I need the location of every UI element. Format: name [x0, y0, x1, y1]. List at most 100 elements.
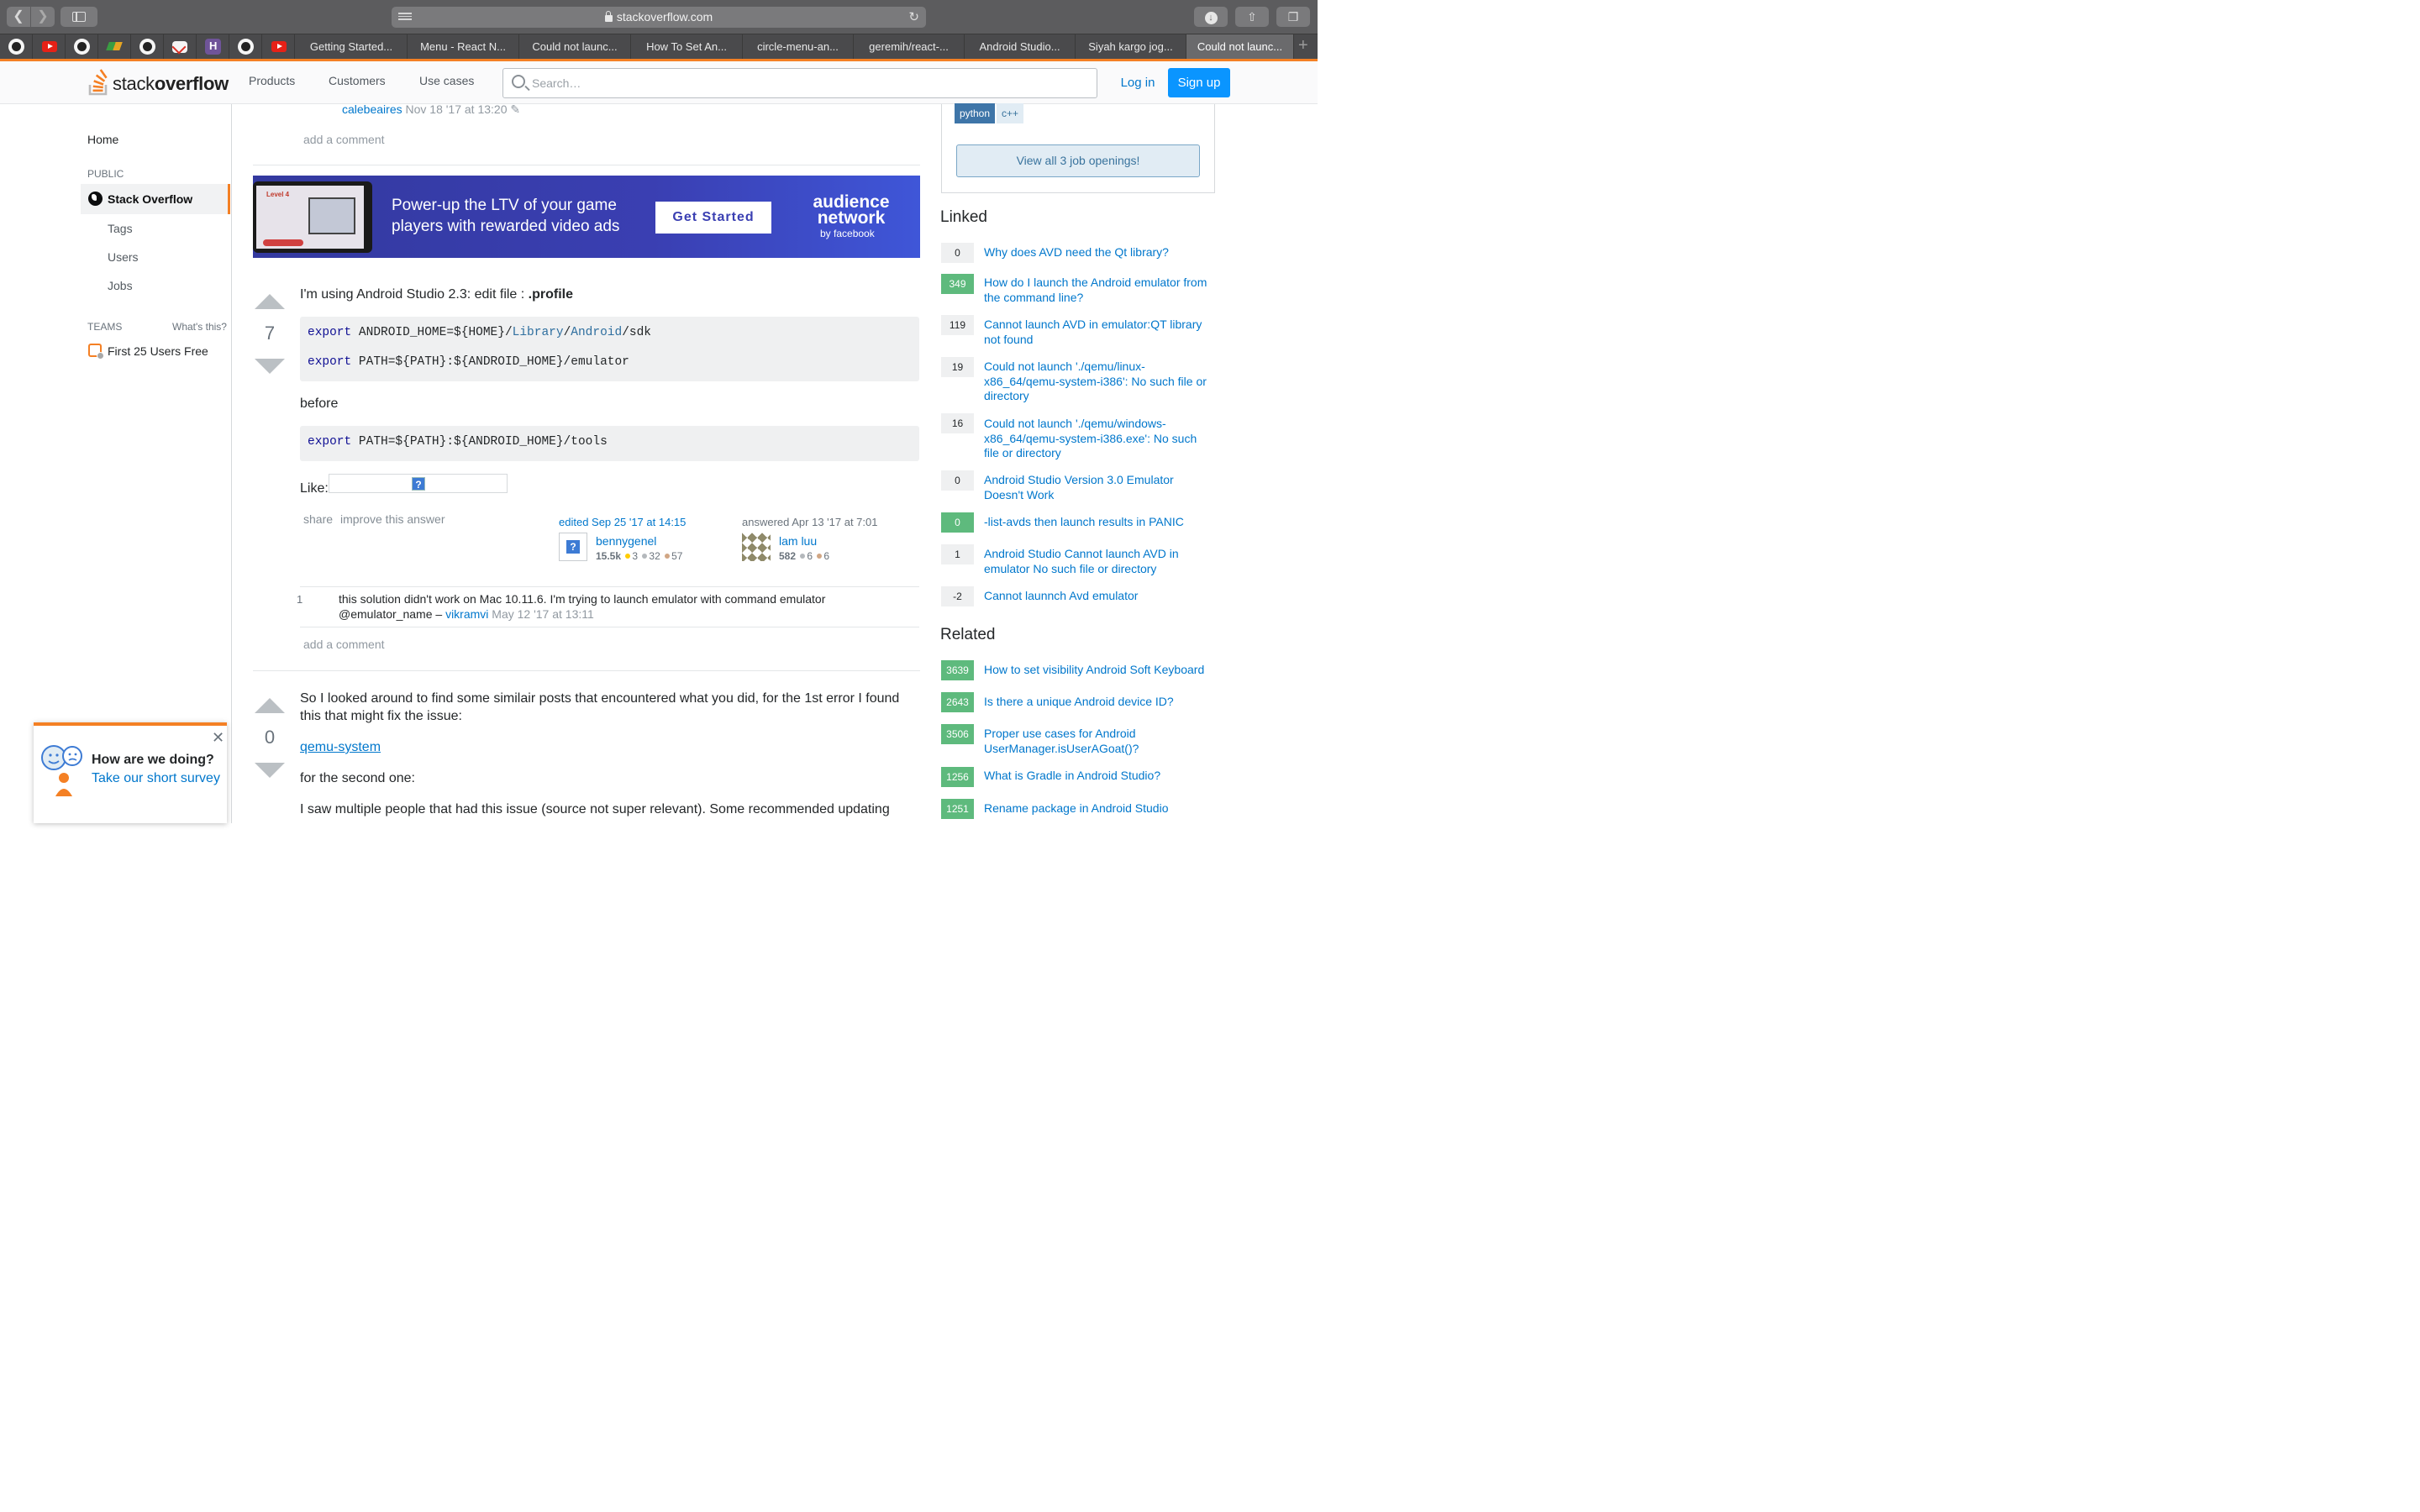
- browser-tab[interactable]: How To Set An...: [631, 34, 743, 59]
- download-icon[interactable]: ↓: [1194, 7, 1228, 27]
- comment-score: 1: [297, 593, 303, 606]
- linked-question-link[interactable]: Could not launch './qemu/linux-x86_64/qe…: [984, 360, 1215, 404]
- related-question-link[interactable]: Proper use cases for Android UserManager…: [984, 727, 1215, 756]
- add-comment-link[interactable]: add a comment: [303, 638, 385, 651]
- ad-get-started-button[interactable]: Get Started: [655, 202, 771, 234]
- linked-question-link[interactable]: Why does AVD need the Qt library?: [984, 245, 1215, 260]
- answered-timestamp: answered Apr 13 '17 at 7:01: [742, 516, 878, 528]
- pinned-tab-github[interactable]: [131, 34, 164, 59]
- pinned-tab-heroku[interactable]: [197, 34, 229, 59]
- downvote-icon[interactable]: [255, 763, 285, 778]
- edited-timestamp[interactable]: edited Sep 25 '17 at 14:15: [559, 516, 686, 528]
- pinned-tab-youtube[interactable]: [262, 34, 295, 59]
- linked-question-link[interactable]: -list-avds then launch results in PANIC: [984, 515, 1215, 530]
- view-all-jobs-button[interactable]: View all 3 job openings!: [956, 144, 1200, 177]
- author-name-link[interactable]: lam luu: [779, 534, 817, 548]
- address-bar[interactable]: stackoverflow.com ↻: [392, 7, 926, 28]
- sidebar-section-teams: TEAMS: [87, 321, 123, 333]
- tab-overview-icon[interactable]: ❐: [1276, 7, 1310, 27]
- comment-user-link[interactable]: calebeaires: [342, 102, 402, 116]
- tag-cpp[interactable]: c++: [997, 103, 1024, 123]
- answer-text: I saw multiple people that had this issu…: [300, 802, 890, 816]
- user-avatar[interactable]: [559, 533, 587, 561]
- sidebar-item-stack-overflow[interactable]: Stack Overflow: [81, 184, 230, 214]
- pinned-tab-github[interactable]: [229, 34, 262, 59]
- login-button[interactable]: Log in: [1114, 68, 1161, 97]
- related-question-link[interactable]: Rename package in Android Studio: [984, 801, 1215, 816]
- survey-link[interactable]: Take our short survey: [92, 771, 220, 786]
- sidebar-item-tags[interactable]: Tags: [108, 222, 133, 235]
- tag-python[interactable]: python: [955, 103, 996, 123]
- linked-question-link[interactable]: Android Studio Cannot launch AVD in emul…: [984, 547, 1215, 576]
- code-line: export ANDROID_HOME=${HOME}/Library/Andr…: [308, 326, 652, 339]
- browser-toolbar: ❮ ❯ stackoverflow.com ↻ ↓ ⇧ ❐: [0, 0, 1318, 34]
- search-input[interactable]: [532, 69, 1086, 97]
- upvote-icon[interactable]: [255, 294, 285, 309]
- pinned-tab-github[interactable]: [66, 34, 98, 59]
- share-icon[interactable]: ⇧: [1235, 7, 1269, 27]
- silver-badge-icon: [642, 554, 648, 559]
- browser-tab[interactable]: Getting Started...: [296, 34, 408, 59]
- comment-user-link[interactable]: vikramvi: [445, 607, 488, 621]
- sidebar-item-home[interactable]: Home: [87, 133, 118, 146]
- tab-bar: Getting Started... Menu - React N... Cou…: [0, 34, 1318, 59]
- related-question-link[interactable]: Is there a unique Android device ID?: [984, 695, 1215, 710]
- browser-tab[interactable]: Siyah kargo jog...: [1076, 34, 1186, 59]
- logo-text-bold: overflow: [154, 73, 229, 94]
- site-header: stackoverflow Products Customers Use cas…: [0, 59, 1318, 104]
- editor-name-link[interactable]: bennygenel: [596, 534, 656, 548]
- browser-tab[interactable]: Menu - React N...: [408, 34, 519, 59]
- nav-use-cases[interactable]: Use cases: [419, 74, 474, 87]
- sidebar-item-jobs[interactable]: Jobs: [108, 279, 133, 292]
- share-link[interactable]: share: [303, 512, 333, 526]
- browser-tab-active[interactable]: Could not launc...: [1186, 34, 1294, 59]
- forward-icon[interactable]: ❯: [31, 7, 55, 27]
- sidebar-toggle-icon[interactable]: [60, 7, 97, 27]
- downvote-icon[interactable]: [255, 359, 285, 374]
- answer-intro-bold: .profile: [528, 287, 573, 302]
- pinned-tab-gmail[interactable]: [164, 34, 197, 59]
- upvote-icon[interactable]: [255, 698, 285, 713]
- vote-count: 0: [264, 727, 276, 748]
- pencil-icon[interactable]: ✎: [510, 102, 520, 116]
- user-avatar[interactable]: [742, 533, 771, 561]
- linked-question-link[interactable]: Android Studio Version 3.0 Emulator Does…: [984, 473, 1215, 502]
- pinned-tab-app[interactable]: [98, 34, 131, 59]
- qemu-system-link[interactable]: qemu-system: [300, 738, 381, 756]
- browser-tab[interactable]: Android Studio...: [965, 34, 1076, 59]
- close-icon[interactable]: ✕: [212, 729, 224, 747]
- browser-tab[interactable]: circle-menu-an...: [743, 34, 854, 59]
- question-score: -2: [941, 586, 974, 606]
- linked-question-link[interactable]: Could not launch './qemu/windows-x86_64/…: [984, 417, 1215, 461]
- back-icon[interactable]: ❮: [7, 7, 30, 27]
- pinned-tab-youtube[interactable]: [33, 34, 66, 59]
- nav-products[interactable]: Products: [249, 74, 295, 87]
- youtube-icon: [271, 41, 287, 52]
- signup-button[interactable]: Sign up: [1168, 68, 1230, 97]
- related-question-link[interactable]: How to set visibility Android Soft Keybo…: [984, 663, 1215, 678]
- linked-question-link[interactable]: Cannot launch AVD in emulator:QT library…: [984, 318, 1215, 347]
- sidebar-item-users[interactable]: Users: [108, 250, 139, 264]
- comment-meta: calebeaires Nov 18 '17 at 13:20 ✎: [342, 102, 520, 117]
- pinned-tab-github[interactable]: [0, 34, 33, 59]
- linked-question-link[interactable]: How do I launch the Android emulator fro…: [984, 276, 1215, 305]
- sidebar-item-teams-free[interactable]: First 25 Users Free: [108, 344, 208, 358]
- survey-title: How are we doing?: [92, 753, 214, 767]
- search-icon: [512, 75, 525, 88]
- browser-tab[interactable]: Could not launc...: [519, 34, 631, 59]
- ad-play-button: [263, 239, 303, 246]
- improve-answer-link[interactable]: improve this answer: [340, 512, 445, 526]
- browser-tab[interactable]: geremih/react-...: [854, 34, 965, 59]
- whats-this-link[interactable]: What's this?: [172, 321, 227, 333]
- code-block: export PATH=${PATH}:${ANDROID_HOME}/tool…: [300, 426, 919, 461]
- linked-question-link[interactable]: Cannot launnch Avd emulator: [984, 589, 1215, 604]
- question-score-answered: 0: [941, 512, 974, 533]
- stackoverflow-logo-icon: [88, 69, 108, 96]
- bronze-badge-icon: [665, 554, 671, 559]
- new-tab-icon[interactable]: +: [1298, 36, 1308, 55]
- add-comment-link[interactable]: add a comment: [303, 133, 385, 146]
- reload-icon[interactable]: ↻: [908, 9, 919, 24]
- github-icon: [8, 39, 24, 55]
- nav-customers[interactable]: Customers: [329, 74, 386, 87]
- related-question-link[interactable]: What is Gradle in Android Studio?: [984, 769, 1215, 784]
